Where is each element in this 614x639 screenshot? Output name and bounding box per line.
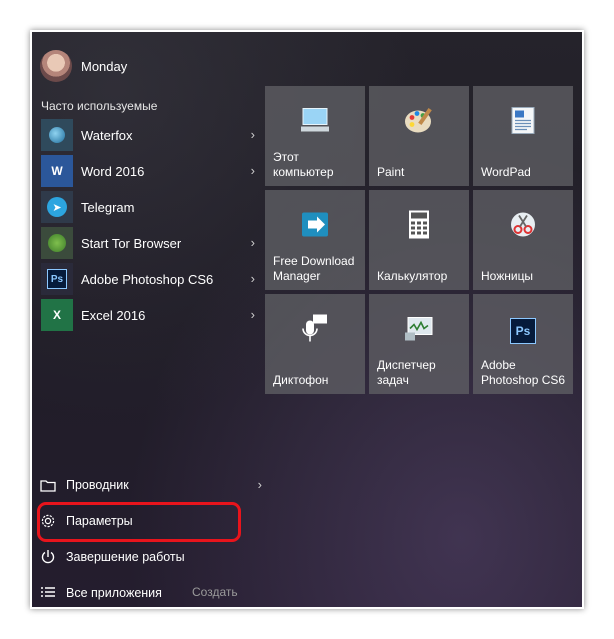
chevron-right-icon[interactable]: › — [258, 477, 262, 492]
tile-this-pc[interactable]: Этот компьютер — [265, 86, 365, 186]
tile-label: Этот компьютер — [273, 150, 334, 179]
start-menu: Monday Часто используемые Waterfox › W W… — [32, 32, 582, 607]
list-icon — [40, 585, 56, 601]
create-button[interactable]: Создать — [192, 585, 238, 599]
app-photoshop[interactable]: Ps Adobe Photoshop CS6 › — [41, 261, 255, 297]
power-icon — [40, 549, 56, 565]
task-manager-icon — [403, 315, 435, 348]
tile-calculator[interactable]: Калькулятор — [369, 190, 469, 290]
computer-icon — [299, 107, 331, 140]
app-label: Excel 2016 — [81, 307, 146, 323]
folder-icon — [40, 477, 56, 493]
telegram-icon: ➤ — [41, 191, 73, 223]
explorer-item[interactable]: Проводник › — [40, 467, 262, 503]
chevron-right-icon[interactable]: › — [251, 271, 255, 286]
microphone-icon — [300, 313, 330, 350]
settings-highlight — [37, 502, 241, 542]
power-section: Проводник › Параметры Завершение работы … — [37, 467, 262, 607]
app-label: Telegram — [81, 199, 135, 215]
tile-label: Диспетчер задач — [377, 358, 436, 387]
avatar — [40, 50, 72, 82]
most-used-heading: Часто используемые — [41, 99, 158, 113]
tile-label: Диктофон — [273, 373, 329, 387]
tile-label: Калькулятор — [377, 269, 448, 283]
photoshop-icon: Ps — [41, 263, 73, 295]
tor-icon — [41, 227, 73, 259]
settings-item[interactable]: Параметры — [37, 502, 250, 542]
app-tor-browser[interactable]: Start Tor Browser › — [41, 225, 255, 261]
excel-icon: X — [41, 299, 73, 331]
app-excel[interactable]: X Excel 2016 › — [41, 297, 255, 333]
app-waterfox[interactable]: Waterfox › — [41, 117, 255, 153]
tile-voice-recorder[interactable]: Диктофон — [265, 294, 365, 394]
shutdown-label: Завершение работы — [66, 550, 185, 564]
all-apps-label: Все приложения — [66, 586, 162, 600]
explorer-label: Проводник — [66, 478, 129, 492]
app-telegram[interactable]: ➤ Telegram — [41, 189, 247, 225]
calculator-icon — [408, 210, 430, 245]
waterfox-icon — [41, 119, 73, 151]
shutdown-item[interactable]: Завершение работы — [40, 539, 250, 575]
app-label: Adobe Photoshop CS6 — [81, 271, 214, 287]
tile-paint[interactable]: Paint — [369, 86, 469, 186]
tile-free-download-manager[interactable]: Free Download Manager — [265, 190, 365, 290]
tile-task-manager[interactable]: Диспетчер задач — [369, 294, 469, 394]
wordpad-icon — [509, 106, 537, 141]
app-label: Word 2016 — [81, 163, 145, 179]
tile-label: Adobe Photoshop CS6 — [481, 358, 566, 387]
app-label: Waterfox — [81, 127, 133, 143]
user-account[interactable]: Monday — [40, 48, 127, 84]
tile-label: Free Download Manager — [273, 254, 355, 283]
tile-photoshop[interactable]: Ps Adobe Photoshop CS6 — [473, 294, 573, 394]
tile-label: Ножницы — [481, 269, 534, 283]
download-manager-icon — [299, 210, 331, 245]
tile-label: WordPad — [481, 165, 531, 179]
chevron-right-icon[interactable]: › — [251, 235, 255, 250]
most-used-list: Waterfox › W Word 2016 › ➤ Telegram Star… — [41, 117, 255, 333]
scissors-icon — [508, 210, 538, 245]
tile-wordpad[interactable]: WordPad — [473, 86, 573, 186]
chevron-right-icon[interactable]: › — [251, 307, 255, 322]
tile-label: Paint — [377, 165, 405, 179]
photoshop-icon: Ps — [510, 318, 536, 344]
paint-palette-icon — [403, 106, 435, 141]
word-icon: W — [41, 155, 73, 187]
tile-snipping-tool[interactable]: Ножницы — [473, 190, 573, 290]
chevron-right-icon[interactable]: › — [251, 163, 255, 178]
all-apps-item[interactable]: Все приложения Создать — [40, 575, 250, 607]
app-word[interactable]: W Word 2016 › — [41, 153, 255, 189]
app-label: Start Tor Browser — [81, 235, 182, 251]
user-name: Monday — [81, 58, 128, 74]
chevron-right-icon[interactable]: › — [251, 127, 255, 142]
